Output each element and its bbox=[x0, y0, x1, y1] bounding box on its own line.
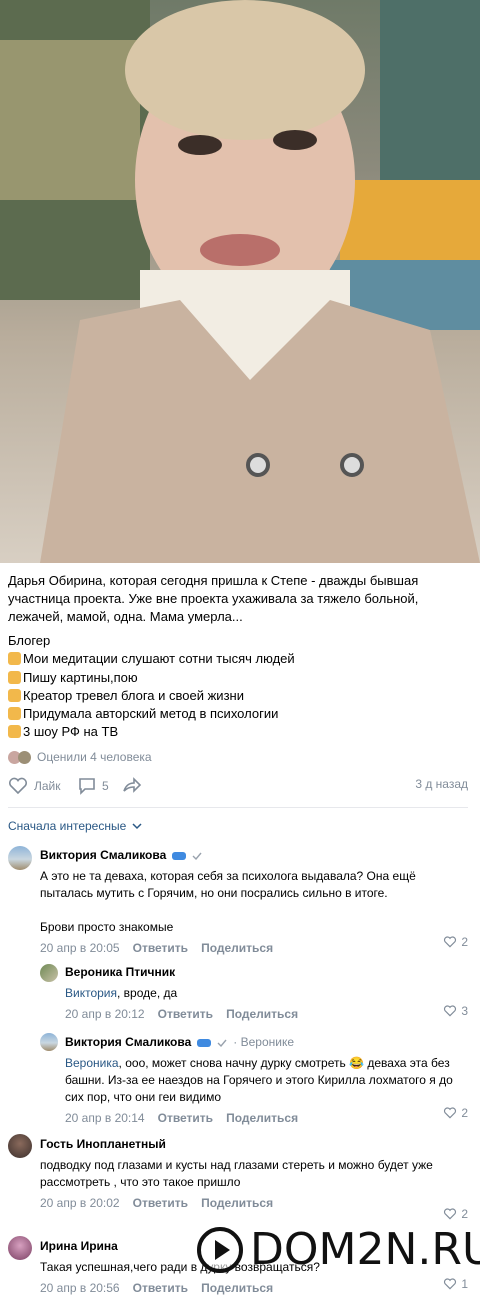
comment-reply: Виктория Смаликова · Веронике Вероника, … bbox=[65, 1034, 465, 1127]
post-bio: Блогер Мои медитации слушают сотни тысяч… bbox=[8, 632, 468, 742]
play-logo-icon bbox=[197, 1226, 243, 1273]
sparkle-emoji-icon bbox=[8, 670, 21, 684]
comment-author[interactable]: Виктория Смаликова · Веронике bbox=[65, 1034, 465, 1051]
comment-meta: 20 апр в 20:12 Ответить Поделиться bbox=[65, 1006, 465, 1023]
comment-like-button[interactable]: 2 bbox=[443, 1207, 468, 1221]
reply-to-label: · Веронике bbox=[233, 1035, 295, 1049]
reply-button[interactable]: Ответить bbox=[133, 1280, 188, 1297]
comments-count: 5 bbox=[102, 779, 109, 793]
like-count: 2 bbox=[461, 935, 468, 949]
avatar[interactable] bbox=[40, 1033, 58, 1051]
comment: Гость Инопланетный подводку под глазами … bbox=[40, 1136, 465, 1212]
comment-text: Вероника, ооо, может снова начну дурку с… bbox=[65, 1056, 453, 1104]
comment-author[interactable]: Виктория Смаликова bbox=[40, 847, 465, 864]
share-icon bbox=[123, 777, 142, 793]
sparkle-emoji-icon bbox=[8, 725, 21, 739]
share-link[interactable]: Поделиться bbox=[201, 1195, 273, 1212]
comment-date: 20 апр в 20:12 bbox=[65, 1007, 145, 1021]
comment-date: 20 апр в 20:02 bbox=[40, 1196, 120, 1210]
chevron-down-icon bbox=[132, 822, 142, 829]
bio-line: Креатор тревел блога и своей жизни bbox=[8, 687, 468, 705]
reply-button[interactable]: Ответить bbox=[158, 1110, 213, 1127]
comment-meta: 20 апр в 20:14 Ответить Поделиться bbox=[65, 1110, 465, 1127]
comment-meta: 20 апр в 20:02 Ответить Поделиться bbox=[40, 1195, 465, 1212]
comment-text: подводку под глазами и кусты над глазами… bbox=[40, 1158, 433, 1189]
watermark-text: DOM2N.RU bbox=[250, 1224, 480, 1275]
avatar[interactable] bbox=[8, 1236, 32, 1260]
share-link[interactable]: Поделиться bbox=[201, 1280, 273, 1297]
reply-button[interactable]: Ответить bbox=[158, 1006, 213, 1023]
comment-meta: 20 апр в 20:56 Ответить Поделиться bbox=[40, 1280, 465, 1297]
comment-meta: 20 апр в 20:05 Ответить Поделиться bbox=[40, 940, 465, 957]
comment-like-button[interactable]: 1 bbox=[443, 1277, 468, 1291]
sparkle-emoji-icon bbox=[8, 688, 21, 702]
comment-like-button[interactable]: 2 bbox=[443, 935, 468, 949]
comments-sort-dropdown[interactable]: Сначала интересные bbox=[8, 819, 142, 833]
like-count: 3 bbox=[461, 1004, 468, 1018]
comment-date: 20 апр в 20:56 bbox=[40, 1281, 120, 1295]
heart-icon bbox=[444, 1208, 457, 1220]
sparkle-emoji-icon bbox=[8, 652, 21, 666]
badge-icon bbox=[172, 851, 187, 860]
heart-icon bbox=[444, 1107, 457, 1119]
post-body: Дарья Обирина, которая сегодня пришла к … bbox=[8, 573, 419, 624]
reactor-avatar bbox=[18, 750, 31, 764]
avatar[interactable] bbox=[8, 846, 32, 870]
share-button[interactable] bbox=[122, 777, 142, 795]
mention-link[interactable]: Виктория bbox=[65, 986, 117, 1000]
comment-date: 20 апр в 20:05 bbox=[40, 941, 120, 955]
comments-button[interactable]: 5 bbox=[78, 777, 109, 795]
like-label: Лайк bbox=[34, 779, 61, 793]
heart-icon bbox=[8, 777, 28, 795]
comment: Виктория Смаликова А это не та деваха, к… bbox=[40, 847, 465, 957]
badge-icon bbox=[197, 1038, 212, 1047]
comment-icon bbox=[79, 778, 95, 795]
post-time: 3 д назад bbox=[415, 777, 468, 791]
bio-line: Мои медитации слушают сотни тысяч людей bbox=[8, 650, 468, 668]
mention-link[interactable]: Вероника bbox=[65, 1056, 119, 1070]
bio-title: Блогер bbox=[8, 633, 51, 648]
like-count: 1 bbox=[461, 1277, 468, 1291]
heart-icon bbox=[444, 1278, 457, 1290]
bio-line: Пишу картины,пою bbox=[8, 669, 468, 687]
like-button[interactable]: Лайк bbox=[8, 777, 61, 795]
bio-line: Придумала авторский метод в психологии bbox=[8, 705, 468, 723]
heart-icon bbox=[444, 936, 457, 948]
comment-text: Брови просто знакомые bbox=[40, 920, 174, 934]
share-link[interactable]: Поделиться bbox=[226, 1110, 298, 1127]
reply-button[interactable]: Ответить bbox=[133, 940, 188, 957]
reactions-summary[interactable]: Оценили 4 человека bbox=[8, 750, 152, 764]
comment-author[interactable]: Гость Инопланетный bbox=[40, 1136, 465, 1153]
sparkle-emoji-icon bbox=[8, 707, 21, 721]
share-link[interactable]: Поделиться bbox=[226, 1006, 298, 1023]
avatar[interactable] bbox=[40, 964, 58, 982]
like-count: 2 bbox=[461, 1207, 468, 1221]
rated-count: Оценили 4 человека bbox=[37, 750, 152, 764]
photo-illustration bbox=[0, 0, 480, 563]
comment-like-button[interactable]: 3 bbox=[443, 1004, 468, 1018]
bio-line: 3 шоу РФ на ТВ bbox=[8, 723, 468, 741]
checkmark-icon bbox=[217, 1039, 227, 1047]
avatar[interactable] bbox=[8, 1134, 32, 1158]
comment-reply: Вероника Птичник Виктория, вроде, да 20 … bbox=[65, 964, 465, 1023]
comment-like-button[interactable]: 2 bbox=[443, 1106, 468, 1120]
comment-text: А это не та деваха, которая себя за псих… bbox=[40, 869, 416, 900]
post-photo[interactable] bbox=[0, 0, 480, 563]
checkmark-icon bbox=[192, 852, 202, 860]
heart-icon bbox=[444, 1005, 457, 1017]
post-actions: Лайк 5 3 д назад bbox=[8, 777, 468, 799]
sort-label: Сначала интересные bbox=[8, 819, 127, 833]
like-count: 2 bbox=[461, 1106, 468, 1120]
share-link[interactable]: Поделиться bbox=[201, 940, 273, 957]
watermark: DOM2N.RU bbox=[196, 1224, 480, 1275]
divider bbox=[8, 807, 468, 808]
reply-button[interactable]: Ответить bbox=[133, 1195, 188, 1212]
comment-text: Виктория, вроде, да bbox=[65, 986, 178, 1000]
comment-author[interactable]: Вероника Птичник bbox=[65, 964, 465, 981]
comment-date: 20 апр в 20:14 bbox=[65, 1111, 145, 1125]
post-text: Дарья Обирина, которая сегодня пришла к … bbox=[8, 572, 468, 626]
